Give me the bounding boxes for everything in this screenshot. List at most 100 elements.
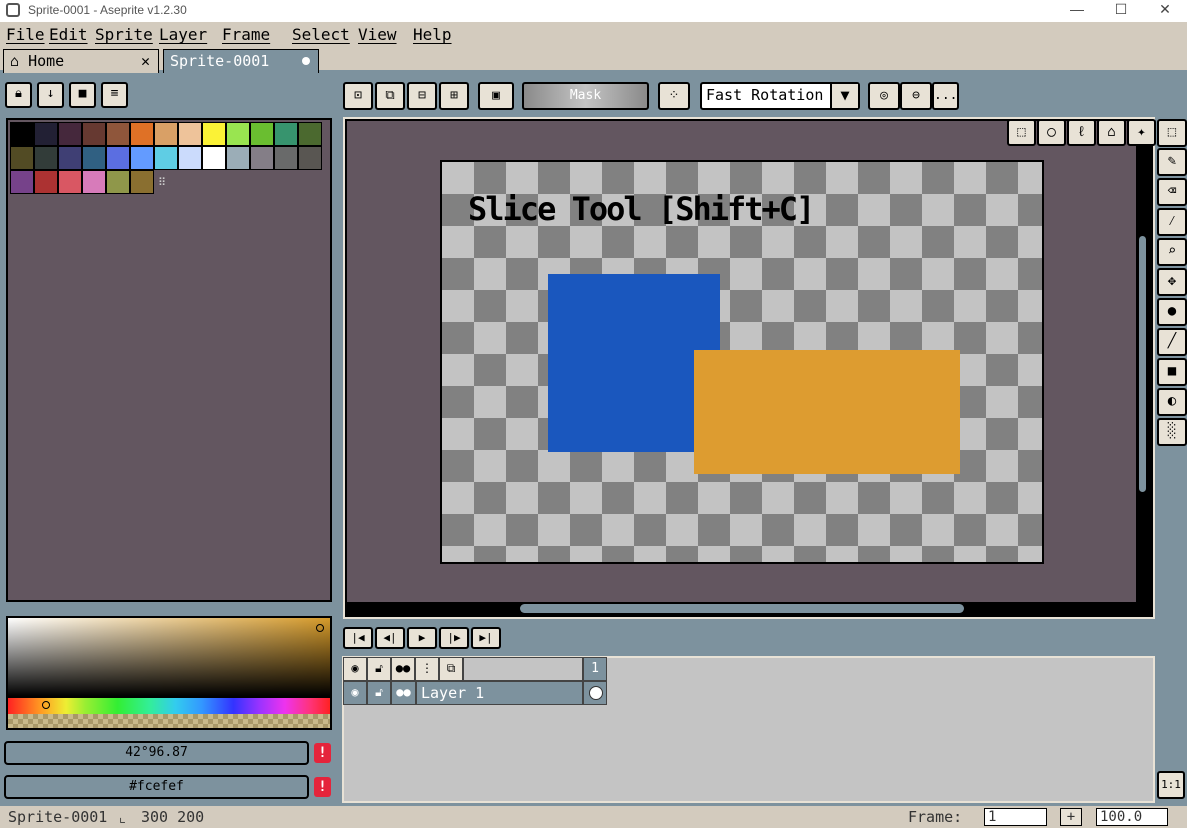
scale-icon[interactable]: ⊖ [900, 82, 932, 110]
palette-swatch[interactable] [178, 122, 202, 146]
polygonal-lasso-icon[interactable]: ⌂ [1097, 119, 1126, 146]
tree-icon[interactable]: ⋮ [415, 657, 439, 681]
palette-swatch[interactable] [82, 170, 106, 194]
add-frame-button[interactable]: + [1060, 808, 1082, 826]
replace-selection-icon[interactable]: ⊡ [343, 82, 373, 110]
alpha-slider[interactable] [6, 714, 332, 730]
palette-swatch[interactable] [58, 146, 82, 170]
layer-eye-icon[interactable]: ◉ [343, 681, 367, 705]
paint-bucket-icon[interactable]: ● [1157, 298, 1187, 326]
maximize-button[interactable]: ☐ [1098, 0, 1144, 22]
tab-close-icon[interactable]: ✕ [141, 52, 150, 70]
rect-marquee-icon[interactable]: ⬚ [1157, 119, 1187, 147]
palette-swatch[interactable] [130, 122, 154, 146]
zoom-input[interactable]: 100.0 [1096, 808, 1168, 826]
palette-resize-handle[interactable]: ⠿ [158, 176, 166, 189]
palette-swatch[interactable] [154, 122, 178, 146]
rotate-icon[interactable]: ◎ [868, 82, 900, 110]
menu-frame[interactable]: Frame [222, 25, 270, 44]
more-options-button[interactable]: ... [932, 82, 959, 110]
foreground-color-field[interactable]: 42°96.87 [4, 741, 309, 765]
palette-swatch[interactable] [58, 122, 82, 146]
color-spectrum[interactable] [6, 616, 332, 698]
menu-sprite[interactable]: Sprite [95, 25, 153, 44]
transparent-color-icon[interactable]: ▣ [478, 82, 514, 110]
subtract-selection-icon[interactable]: ⊟ [407, 82, 437, 110]
eyedropper-icon[interactable]: ⁄ [1157, 208, 1187, 236]
palette-swatch[interactable] [58, 170, 82, 194]
frame-input[interactable]: 1 [984, 808, 1047, 826]
palette-swatch[interactable] [298, 122, 322, 146]
palette-swatch[interactable] [274, 122, 298, 146]
palette-swatch[interactable] [226, 146, 250, 170]
palette-swatch[interactable] [250, 122, 274, 146]
down-arrow-icon[interactable]: ↓ [37, 82, 64, 108]
palette-swatch[interactable] [10, 146, 34, 170]
prev-frame-icon[interactable]: ◀| [375, 627, 405, 649]
last-frame-icon[interactable]: ▶| [471, 627, 501, 649]
zoom-icon[interactable]: ⌕ [1157, 238, 1187, 266]
first-frame-icon[interactable]: |◀ [343, 627, 373, 649]
tab-sprite-0001[interactable]: Sprite-0001 [163, 49, 319, 73]
foreground-warning-icon[interactable]: ! [314, 743, 331, 763]
menu-layer[interactable]: Layer [159, 25, 207, 44]
blur-icon[interactable]: ░ [1157, 418, 1187, 446]
palette-swatch[interactable] [34, 146, 58, 170]
palette-swatch[interactable] [178, 146, 202, 170]
line-icon[interactable]: ╱ [1157, 328, 1187, 356]
eraser-icon[interactable]: ⌫ [1157, 178, 1187, 206]
save-icon[interactable]: ■ [69, 82, 96, 108]
vertical-scrollbar[interactable] [1139, 236, 1146, 492]
next-frame-icon[interactable]: |▶ [439, 627, 469, 649]
background-warning-icon[interactable]: ! [314, 777, 331, 797]
palette-swatch[interactable] [274, 146, 298, 170]
hue-slider[interactable] [6, 698, 332, 714]
palette-swatch[interactable] [106, 122, 130, 146]
menu-view[interactable]: View [358, 25, 397, 44]
eye-icon[interactable]: ◉ [343, 657, 367, 681]
lock-icon[interactable]: 🔒︎ [5, 82, 32, 108]
minimize-button[interactable]: — [1054, 0, 1100, 22]
background-color-field[interactable]: #fcefef [4, 775, 309, 799]
palette-swatch[interactable] [34, 170, 58, 194]
palette-swatch[interactable] [130, 146, 154, 170]
layer-continuous-icon[interactable]: ●● [391, 681, 416, 705]
ellipse-marquee-icon[interactable]: ◯ [1037, 119, 1066, 146]
add-selection-icon[interactable]: ⧉ [375, 82, 405, 110]
menu-icon[interactable]: ≡ [101, 82, 128, 108]
intersect-selection-icon[interactable]: ⊞ [439, 82, 469, 110]
play-icon[interactable]: ▶ [407, 627, 437, 649]
palette-swatch[interactable] [130, 170, 154, 194]
close-window-button[interactable]: ✕ [1142, 0, 1187, 22]
move-icon[interactable]: ✥ [1157, 268, 1187, 296]
rectangle-icon[interactable]: ■ [1157, 358, 1187, 386]
lasso-icon[interactable]: ℓ [1067, 119, 1096, 146]
continuous-icon[interactable]: ●● [391, 657, 415, 681]
mask-color-button[interactable]: Mask [522, 82, 649, 110]
padlock-icon[interactable]: 🔓︎ [367, 657, 391, 681]
pivot-icon[interactable]: ⁘ [658, 82, 690, 110]
pencil-icon[interactable]: ✎ [1157, 148, 1187, 176]
palette-swatch[interactable] [226, 122, 250, 146]
magic-wand-icon[interactable]: ✦ [1127, 119, 1156, 146]
palette-swatch[interactable] [250, 146, 274, 170]
palette-swatch[interactable] [10, 122, 34, 146]
horizontal-scrollbar[interactable] [520, 604, 964, 613]
palette-swatch[interactable] [298, 146, 322, 170]
palette-swatch[interactable] [154, 146, 178, 170]
palette-swatch[interactable] [82, 146, 106, 170]
rect-marquee-icon[interactable]: ⬚ [1007, 119, 1036, 146]
rotation-algorithm-select[interactable]: Fast Rotation ▼ [700, 82, 860, 110]
onion-skin-icon[interactable]: ⧉ [439, 657, 463, 681]
palette-swatch[interactable] [106, 146, 130, 170]
palette-swatch[interactable] [202, 122, 226, 146]
layer-padlock-icon[interactable]: 🔓︎ [367, 681, 391, 705]
frame-header[interactable]: 1 [583, 657, 607, 681]
palette-swatch[interactable] [106, 170, 130, 194]
menu-file[interactable]: File [6, 25, 45, 44]
menu-select[interactable]: Select [292, 25, 350, 44]
menu-help[interactable]: Help [413, 25, 452, 44]
palette-swatch[interactable] [82, 122, 106, 146]
layer-name[interactable]: Layer 1 [416, 681, 583, 705]
palette-swatch[interactable] [202, 146, 226, 170]
